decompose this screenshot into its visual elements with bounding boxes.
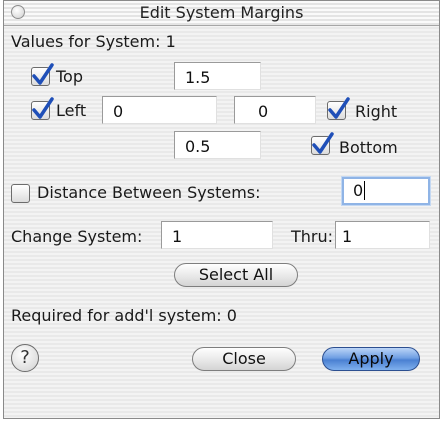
checkmark-icon (32, 63, 54, 85)
change-system-field[interactable] (161, 221, 273, 249)
help-button[interactable]: ? (11, 344, 39, 372)
distance-label: Distance Between Systems: (37, 183, 261, 202)
bottom-label: Bottom (339, 138, 398, 157)
title-bar[interactable]: Edit System Margins (4, 1, 439, 26)
distance-value: 0 (353, 181, 366, 200)
thru-label: Thru: (291, 227, 334, 246)
checkmark-icon (328, 97, 350, 119)
left-checkbox[interactable] (31, 97, 54, 120)
top-checkbox[interactable] (31, 63, 54, 86)
window-title: Edit System Margins (139, 3, 304, 22)
left-label: Left (56, 101, 87, 120)
distance-checkbox[interactable] (11, 184, 30, 203)
right-checkbox[interactable] (327, 97, 350, 120)
required-label: Required for add'l system: 0 (11, 306, 237, 325)
right-label: Right (355, 102, 398, 121)
checkmark-icon (32, 97, 54, 119)
values-for-system-label: Values for System: 1 (11, 32, 176, 51)
close-button[interactable]: Close (192, 347, 296, 371)
apply-button[interactable]: Apply (322, 347, 420, 371)
select-all-button[interactable]: Select All (174, 263, 298, 287)
checkmark-icon (312, 132, 334, 154)
top-margin-field[interactable] (174, 62, 261, 90)
bottom-margin-field[interactable] (174, 131, 261, 159)
dialog-window: Edit System Margins Values for System: 1… (3, 0, 440, 419)
right-margin-field[interactable] (234, 96, 316, 124)
distance-field[interactable]: 0 (342, 177, 430, 205)
question-mark-icon: ? (20, 347, 30, 368)
change-system-label: Change System: (11, 227, 143, 246)
left-margin-field[interactable] (102, 96, 217, 124)
bottom-checkbox[interactable] (311, 132, 334, 155)
top-label: Top (56, 67, 83, 86)
thru-field[interactable] (335, 221, 430, 249)
